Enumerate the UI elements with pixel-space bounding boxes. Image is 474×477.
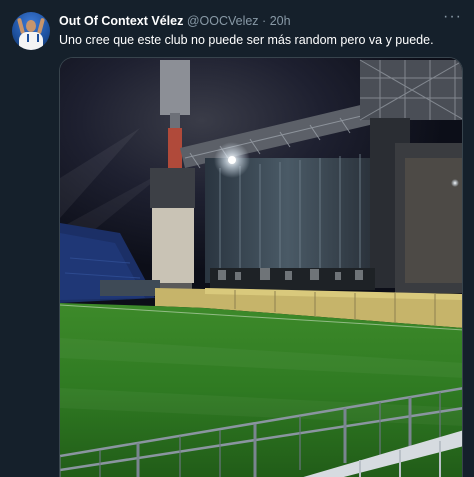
author-handle[interactable]: @OOCVelez — [187, 14, 259, 28]
tweet-header: Out Of Context Vélez @OOCVelez · 20h — [59, 13, 291, 29]
tweet-photo[interactable] — [59, 57, 463, 477]
tweet-text: Uno cree que este club no puede ser más … — [59, 33, 434, 47]
header-separator: · — [262, 14, 267, 28]
tweet-timestamp[interactable]: 20h — [270, 14, 291, 28]
author-name[interactable]: Out Of Context Vélez — [59, 14, 183, 28]
tweet[interactable]: Out Of Context Vélez @OOCVelez · 20h ···… — [0, 0, 474, 477]
avatar[interactable] — [12, 12, 50, 50]
stadium-stage-photo — [60, 58, 462, 477]
avatar-shirt-v — [27, 34, 39, 42]
avatar-head — [26, 20, 36, 32]
more-options-icon[interactable]: ··· — [443, 8, 462, 26]
